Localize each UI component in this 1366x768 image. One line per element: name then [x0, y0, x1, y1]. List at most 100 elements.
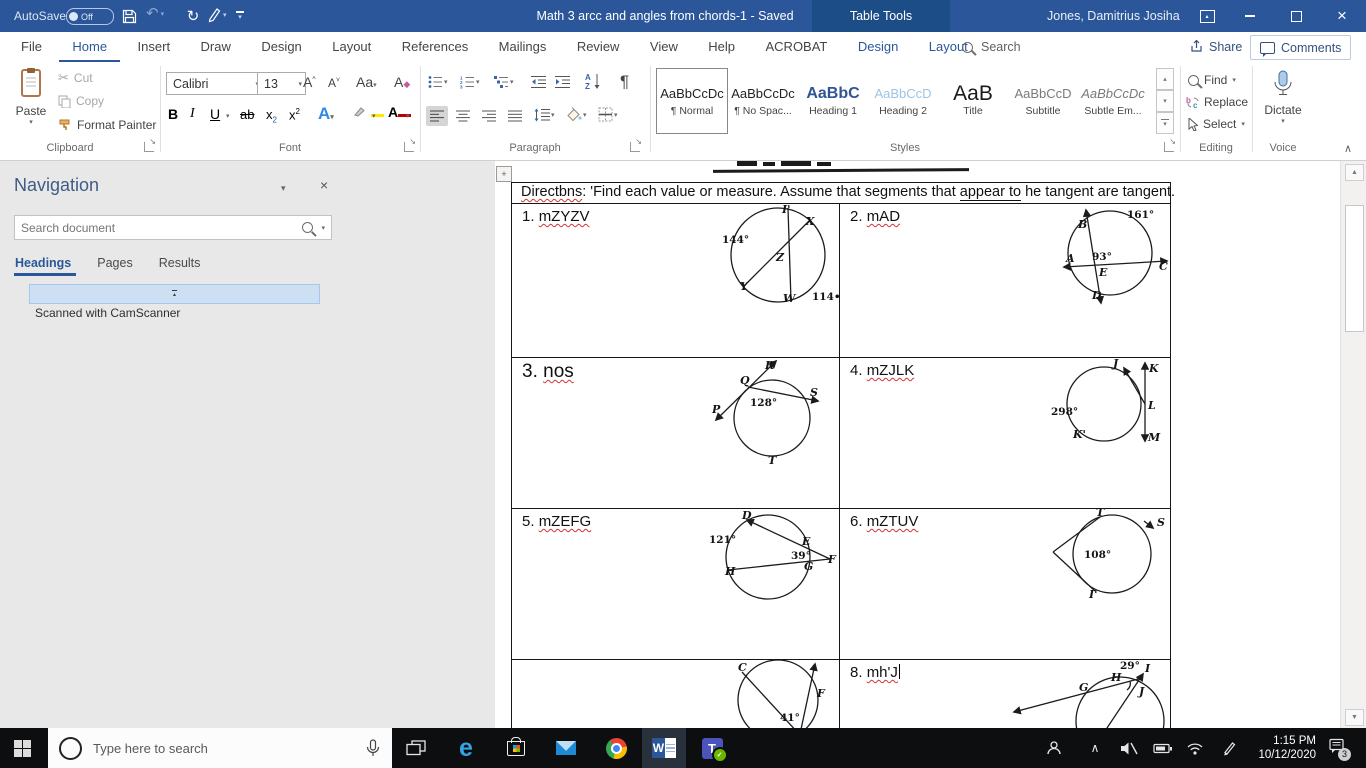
collapse-ribbon-button[interactable]: ∧	[1344, 142, 1352, 155]
people-button[interactable]	[1036, 728, 1072, 768]
style-subtitle[interactable]: AaBbCcD Subtitle	[1008, 69, 1078, 133]
nav-heading-item-selected[interactable]: ▲	[29, 284, 320, 304]
tab-file[interactable]: File	[8, 32, 55, 62]
multilevel-list-button[interactable]: ▾	[494, 75, 514, 89]
font-color-dropdown-icon[interactable]: ▾	[406, 112, 410, 120]
problem-5-cell[interactable]: 5. mZEFG D 121° E 39° F G H	[512, 509, 840, 659]
comments-button[interactable]: Comments	[1250, 35, 1352, 60]
nav-search-input[interactable]	[15, 219, 303, 236]
taskbar-search-box[interactable]	[48, 728, 392, 768]
scrollbar-thumb[interactable]	[1345, 205, 1364, 332]
style-heading-1[interactable]: AaBbC Heading 1	[798, 69, 868, 133]
replace-button[interactable]: bc Replace	[1186, 95, 1248, 109]
nav-tab-results[interactable]: Results	[159, 256, 201, 270]
numbering-button[interactable]: 123 ▾	[460, 75, 480, 90]
show-marks-button[interactable]: ¶	[620, 72, 629, 92]
align-left-button[interactable]	[426, 106, 448, 126]
tab-layout[interactable]: Layout	[319, 32, 384, 62]
subscript-button[interactable]: x2	[266, 107, 277, 125]
select-button[interactable]: Select ▾	[1187, 117, 1245, 131]
paste-button[interactable]: Paste ▾	[8, 67, 54, 126]
ribbon-search[interactable]: Search	[962, 32, 1021, 62]
nav-tab-headings[interactable]: Headings	[15, 256, 71, 270]
nav-search-icon[interactable]	[302, 222, 314, 233]
dictate-button[interactable]: Dictate ▾	[1258, 70, 1308, 125]
styles-scroll-up-button[interactable]: ▴	[1156, 68, 1174, 90]
battery-button[interactable]	[1146, 728, 1180, 768]
volume-button[interactable]	[1112, 728, 1146, 768]
superscript-button[interactable]: x2	[289, 107, 300, 122]
decrease-indent-button[interactable]	[531, 75, 547, 94]
font-name-combo[interactable]: Calibri▾	[166, 72, 263, 95]
problem-4-cell[interactable]: 4. mZJLK J K L M K' 298°	[840, 358, 1170, 508]
action-center-button[interactable]: 3	[1318, 728, 1358, 768]
justify-button[interactable]	[504, 106, 526, 126]
nav-tab-pages[interactable]: Pages	[97, 256, 132, 270]
store-button[interactable]	[494, 728, 538, 768]
align-right-button[interactable]	[478, 106, 500, 126]
problem-7-cell[interactable]: C F 41°	[512, 660, 840, 728]
ribbon-display-options-button[interactable]: ▴	[1192, 0, 1222, 32]
strikethrough-button[interactable]: ab	[240, 107, 254, 122]
tab-help[interactable]: Help	[695, 32, 748, 62]
tab-references[interactable]: References	[389, 32, 481, 62]
teams-button[interactable]: T ✓	[690, 728, 734, 768]
shrink-font-button[interactable]: A˅	[328, 76, 340, 90]
problem-3-cell[interactable]: 3. nos R Q 128° P S T	[512, 358, 840, 508]
scroll-down-button[interactable]: ▼	[1345, 709, 1364, 726]
save-button[interactable]	[118, 6, 140, 26]
style-no-spacing[interactable]: AaBbCcDc ¶ No Spac...	[728, 69, 798, 133]
borders-button[interactable]: ▾	[598, 107, 618, 122]
nav-close-icon[interactable]: ×	[320, 177, 328, 193]
tab-draw[interactable]: Draw	[188, 32, 244, 62]
clipboard-dialog-launcher[interactable]	[144, 137, 156, 152]
document-page[interactable]: + Directbns: 'Find each value or measure…	[495, 161, 1340, 728]
style-normal[interactable]: AaBbCcDc ¶ Normal	[656, 68, 728, 134]
sort-button[interactable]: AZ	[585, 73, 603, 95]
search-mic-icon[interactable]	[366, 738, 380, 758]
start-button[interactable]	[0, 728, 44, 768]
underline-dropdown-icon[interactable]: ▾	[226, 112, 230, 120]
nav-heading-item[interactable]: Scanned with CamScanner	[35, 306, 180, 320]
bullets-button[interactable]: ▾	[428, 75, 448, 89]
tab-design[interactable]: Design	[248, 32, 314, 62]
grow-font-button[interactable]: A^	[303, 74, 316, 90]
underline-button[interactable]: U	[210, 106, 220, 122]
increase-indent-button[interactable]	[555, 75, 571, 94]
style-heading-2[interactable]: AaBbCcD Heading 2	[868, 69, 938, 133]
scroll-up-button[interactable]: ▲	[1345, 164, 1364, 181]
problem-2-cell[interactable]: 2. mAD 161° B A 93° E C D	[840, 204, 1170, 357]
styles-scroll-down-button[interactable]: ▾	[1156, 90, 1174, 112]
format-painter-button[interactable]: Format Painter	[58, 118, 156, 132]
minimize-button[interactable]	[1227, 0, 1273, 32]
taskbar-clock[interactable]: 1:15 PM 10/12/2020	[1244, 728, 1318, 768]
problem-6-cell[interactable]: 6. mZTUV T S 108° I'	[840, 509, 1170, 659]
redo-button[interactable]: ↻	[183, 6, 203, 26]
tab-home[interactable]: Home	[59, 33, 121, 63]
highlight-button[interactable]	[352, 104, 385, 122]
change-case-button[interactable]: Aa▾	[356, 74, 377, 90]
windows-ink-button[interactable]	[1212, 728, 1246, 768]
text-effects-button[interactable]: A▾	[318, 104, 334, 124]
shading-button[interactable]: ▾	[566, 107, 587, 122]
nav-search-dropdown-icon[interactable]: ▾	[321, 224, 325, 232]
italic-button[interactable]: I	[190, 106, 195, 122]
chrome-button[interactable]	[594, 728, 638, 768]
directions-row[interactable]: Directbns: 'Find each value or measure. …	[512, 183, 1175, 203]
clear-formatting-button[interactable]: A◆	[394, 74, 410, 90]
tab-view[interactable]: View	[637, 32, 691, 62]
touch-mode-button[interactable]: ▾	[207, 7, 227, 23]
style-subtle-emphasis[interactable]: AaBbCcDc Subtle Em...	[1078, 69, 1148, 133]
problem-1-cell[interactable]: 1. mZYZV I' X 144° Z Y W 114•	[512, 204, 840, 357]
mail-button[interactable]	[544, 728, 588, 768]
nav-search-box[interactable]: ▾	[14, 215, 332, 240]
restore-button[interactable]	[1273, 0, 1319, 32]
styles-dialog-launcher[interactable]	[1164, 137, 1176, 152]
tab-review[interactable]: Review	[564, 32, 633, 62]
table-move-handle[interactable]: +	[496, 166, 512, 182]
vertical-scrollbar[interactable]: ▲ ▼	[1340, 161, 1366, 728]
font-size-combo[interactable]: 13 ▾	[257, 72, 306, 95]
customize-qat-button[interactable]: ▾	[233, 8, 247, 24]
line-spacing-button[interactable]: ▾	[534, 108, 555, 122]
word-taskbar-button[interactable]: W	[642, 728, 686, 768]
